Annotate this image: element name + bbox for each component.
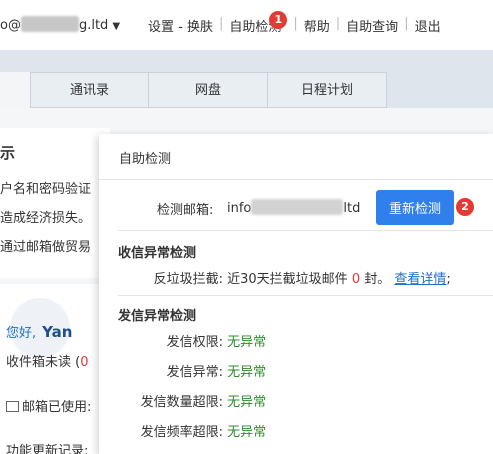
notice-line: 通过邮箱做贸易 bbox=[0, 240, 92, 255]
send-error-status: 无异常 bbox=[227, 365, 267, 380]
nav-divider: | bbox=[404, 16, 409, 31]
tab-active[interactable] bbox=[0, 72, 30, 108]
nav-help[interactable]: 帮助 bbox=[304, 16, 330, 35]
send-frequency-row: 发信频率超限: 无异常 bbox=[99, 421, 267, 440]
send-error-label: 发信异常: bbox=[166, 365, 223, 380]
nav-divider: | bbox=[335, 16, 341, 31]
account-suffix: g.ltd bbox=[78, 18, 109, 33]
email-prefix: info bbox=[227, 201, 252, 216]
mailbox-usage: 邮箱已使用: bbox=[6, 396, 91, 415]
nav-settings-skin[interactable]: 设置 - 换肤 bbox=[148, 16, 213, 35]
email-redacted bbox=[251, 199, 344, 215]
send-frequency-label: 发信频率超限: bbox=[140, 425, 223, 440]
send-error-row: 发信异常: 无异常 bbox=[99, 361, 267, 380]
nav-logout[interactable]: 退出 bbox=[415, 16, 441, 35]
spam-end: ; bbox=[446, 272, 451, 287]
outgoing-check-title: 发信异常检测 bbox=[118, 309, 197, 324]
check-email-value: info ltd bbox=[227, 199, 360, 216]
username: Yan bbox=[42, 323, 73, 341]
top-nav: 设置 - 换肤 | 自助检测 1 | 帮助 | 自助查询 | 退出 bbox=[148, 11, 441, 35]
tab-contacts[interactable]: 通讯录 bbox=[30, 72, 149, 108]
tab-calendar[interactable]: 日程计划 bbox=[268, 72, 387, 108]
spam-filter-row: 反垃圾拦截: 近30天拦截垃圾邮件 0 封。 查看详情; bbox=[99, 268, 451, 287]
account-menu[interactable]: o@ g.ltd ▼ bbox=[0, 16, 120, 33]
send-frequency-status: 无异常 bbox=[227, 425, 267, 440]
unread-label: 收件箱未读 bbox=[6, 355, 72, 370]
recheck-button[interactable]: 重新检测 bbox=[376, 190, 454, 225]
nav-self-check[interactable]: 自助检测 1 bbox=[229, 11, 288, 35]
send-permission-status: 无异常 bbox=[227, 335, 267, 350]
module-tab-strip: 通讯录 网盘 日程计划 bbox=[0, 50, 493, 108]
section-divider bbox=[118, 230, 493, 231]
send-volume-row: 发信数量超限: 无异常 bbox=[99, 391, 267, 410]
mailbox-icon bbox=[6, 401, 19, 412]
chevron-down-icon[interactable]: ▼ bbox=[112, 21, 120, 32]
update-log[interactable]: 功能更新记录: bbox=[6, 440, 88, 454]
check-email-label: 检测邮箱: bbox=[157, 203, 214, 218]
nav-divider: | bbox=[293, 16, 298, 31]
spam-unit: 封。 bbox=[364, 272, 391, 287]
send-volume-status: 无异常 bbox=[227, 395, 267, 410]
section-divider bbox=[118, 295, 493, 296]
check-email-row: 检测邮箱: info ltd 重新检测 2 bbox=[99, 190, 493, 226]
unread-count: 0 bbox=[80, 355, 89, 370]
nav-divider: | bbox=[218, 16, 224, 31]
step-badge-1: 1 bbox=[269, 11, 288, 29]
self-check-dialog: 自助检测 检测邮箱: info ltd 重新检测 2 收信异常检测 反垃圾拦截: … bbox=[99, 134, 493, 454]
notice-line: 造成经济损失。 bbox=[0, 211, 92, 226]
step-badge-2: 2 bbox=[456, 198, 474, 216]
notice-line: 户名和密码验证 bbox=[0, 182, 92, 197]
usage-label: 邮箱已使用: bbox=[22, 400, 92, 415]
view-details-link[interactable]: 查看详情 bbox=[394, 272, 446, 287]
tab-netdisk[interactable]: 网盘 bbox=[149, 72, 268, 108]
spam-filter-text: 近30天拦截垃圾邮件 bbox=[227, 272, 348, 287]
greeting: 您好, Yan bbox=[6, 322, 72, 341]
send-permission-row: 发信权限: 无异常 bbox=[99, 331, 267, 350]
spam-count: 0 bbox=[351, 272, 361, 287]
account-redacted bbox=[20, 16, 79, 32]
send-permission-label: 发信权限: bbox=[166, 335, 223, 350]
nav-self-query[interactable]: 自助查询 bbox=[346, 16, 398, 35]
notice-title: 示 bbox=[0, 144, 16, 162]
top-bar: o@ g.ltd ▼ 设置 - 换肤 | 自助检测 1 | 帮助 | 自助查询 | 退… bbox=[0, 0, 493, 50]
notice-card bbox=[0, 128, 110, 278]
send-volume-label: 发信数量超限: bbox=[140, 395, 223, 410]
dialog-title: 自助检测 bbox=[99, 134, 493, 180]
account-prefix: o@ bbox=[0, 18, 21, 33]
inbox-unread[interactable]: 收件箱未读 (0 bbox=[6, 351, 89, 370]
incoming-check-title: 收信异常检测 bbox=[118, 246, 197, 261]
email-suffix: ltd bbox=[343, 201, 361, 216]
greeting-text: 您好, bbox=[6, 326, 37, 341]
spam-filter-label: 反垃圾拦截: bbox=[153, 272, 223, 287]
